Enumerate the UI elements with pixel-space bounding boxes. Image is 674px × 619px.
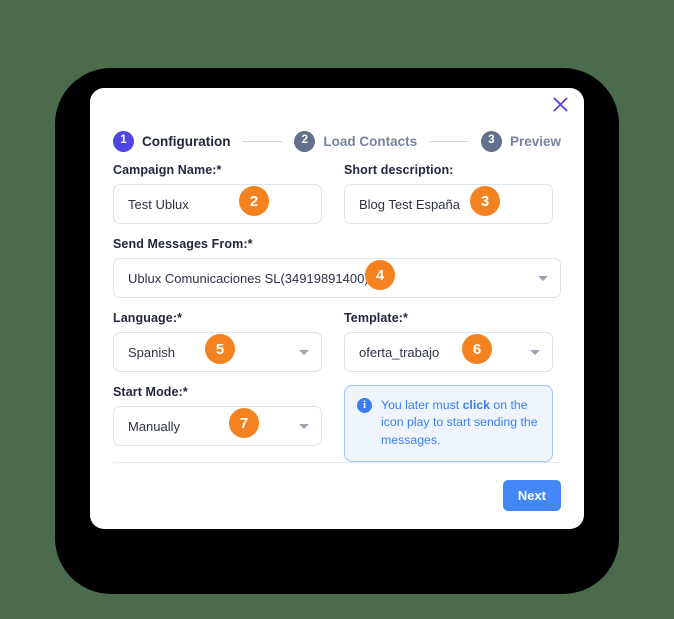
next-button[interactable]: Next <box>502 480 561 511</box>
short-description-value: Blog Test España <box>359 196 460 212</box>
short-description-label: Short description: <box>344 163 454 177</box>
step-connector-1-2 <box>242 140 283 142</box>
chevron-down-icon <box>538 276 548 281</box>
info-callout-text: You later must click on the icon play to… <box>381 397 540 449</box>
step-number-badge-1: 1 <box>113 130 134 152</box>
step-connector-2-3 <box>429 140 469 142</box>
template-value: oferta_trabajo <box>359 344 440 360</box>
stepper-step-configuration[interactable]: 1 Configuration <box>113 130 231 152</box>
field-campaign-name: Campaign Name:* Test Ublux 2 <box>113 163 322 224</box>
start-mode-value: Manually <box>128 418 181 434</box>
form-row-send-from: Send Messages From:* Ublux Comunicacione… <box>113 237 561 298</box>
info-text-bold: click <box>462 398 490 412</box>
close-icon-glyph <box>553 97 567 111</box>
wizard-stepper: 1 Configuration 2 Load Contacts 3 Previe… <box>113 128 561 154</box>
campaign-wizard-dialog: 1 Configuration 2 Load Contacts 3 Previe… <box>90 88 584 529</box>
language-value: Spanish <box>128 344 175 360</box>
field-language: Language:* Spanish 5 <box>113 311 322 372</box>
form-row-name-description: Campaign Name:* Test Ublux 2 Short descr… <box>113 163 561 224</box>
send-messages-from-value: Ublux Comunicaciones SL(34919891400) <box>128 270 369 286</box>
step-label-configuration: Configuration <box>142 133 231 149</box>
campaign-form: Campaign Name:* Test Ublux 2 Short descr… <box>113 163 561 475</box>
info-callout: i You later must click on the icon play … <box>344 385 553 463</box>
chevron-down-icon <box>299 424 309 429</box>
field-send-messages-from: Send Messages From:* Ublux Comunicacione… <box>113 237 561 298</box>
send-messages-from-label: Send Messages From:* <box>113 237 253 251</box>
step-number-badge-2: 2 <box>294 130 316 152</box>
form-row-language-template: Language:* Spanish 5 Template:* oferta_t… <box>113 311 561 372</box>
chevron-down-icon <box>299 350 309 355</box>
send-messages-from-select[interactable]: Ublux Comunicaciones SL(34919891400) <box>113 258 561 298</box>
field-short-description: Short description: Blog Test España 3 <box>344 163 553 224</box>
start-mode-label: Start Mode:* <box>113 385 188 399</box>
step-label-load-contacts: Load Contacts <box>323 133 418 149</box>
footer-divider <box>113 462 561 463</box>
language-select[interactable]: Spanish <box>113 332 322 372</box>
template-label: Template:* <box>344 311 408 325</box>
field-start-mode: Start Mode:* Manually 7 <box>113 385 322 462</box>
chevron-down-icon <box>530 350 540 355</box>
language-label: Language:* <box>113 311 183 325</box>
step-number-badge-3: 3 <box>480 130 502 152</box>
info-icon: i <box>357 398 372 413</box>
field-info-callout: i You later must click on the icon play … <box>344 385 553 463</box>
stepper-step-load-contacts[interactable]: 2 Load Contacts <box>294 130 418 152</box>
info-text-part1: You later must <box>381 398 463 412</box>
start-mode-select[interactable]: Manually <box>113 406 322 446</box>
campaign-name-label: Campaign Name:* <box>113 163 222 177</box>
close-icon[interactable] <box>546 90 574 118</box>
campaign-name-value: Test Ublux <box>128 196 189 212</box>
short-description-input[interactable]: Blog Test España <box>344 184 553 224</box>
field-template: Template:* oferta_trabajo 6 <box>344 311 553 372</box>
campaign-name-input[interactable]: Test Ublux <box>113 184 322 224</box>
template-select[interactable]: oferta_trabajo <box>344 332 553 372</box>
step-label-preview: Preview <box>509 133 562 149</box>
stepper-step-preview[interactable]: 3 Preview <box>480 130 562 152</box>
form-row-start-mode-info: Start Mode:* Manually 7 i You later must… <box>113 385 561 463</box>
